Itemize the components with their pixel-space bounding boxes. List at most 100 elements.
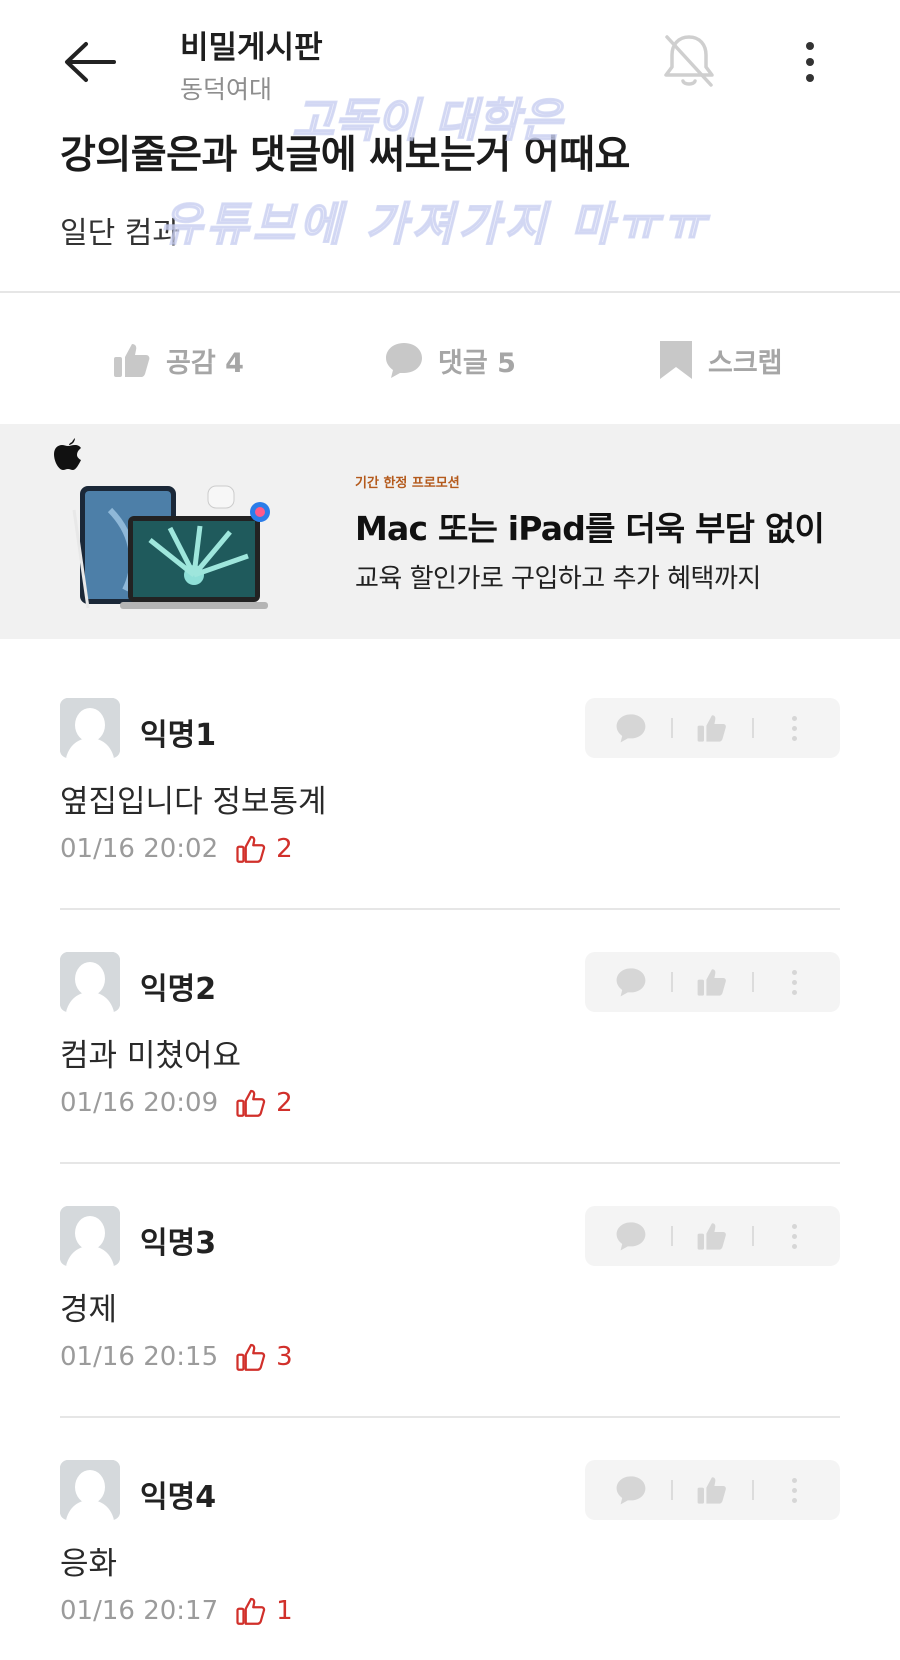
comment-more-button[interactable] xyxy=(774,708,814,748)
comment-divider xyxy=(60,1416,840,1418)
more-vertical-icon xyxy=(791,969,797,995)
more-vertical-icon xyxy=(791,715,797,741)
comment-toolbar xyxy=(585,698,840,758)
comment-like-count: 1 xyxy=(236,1596,293,1626)
comment-time: 01/16 20:02 xyxy=(60,834,219,864)
comment-text: 옆집입니다 정보통계 xyxy=(60,784,327,820)
comment-like-count: 2 xyxy=(236,1088,293,1118)
comment-like-button[interactable] xyxy=(692,708,732,748)
like-count-value: 1 xyxy=(276,1596,293,1626)
comment-like-button[interactable] xyxy=(692,962,732,1002)
notification-toggle-button[interactable] xyxy=(658,28,720,92)
comment-author: 익명4 xyxy=(140,1480,217,1515)
ad-title: Mac 또는 iPad를 더욱 부담 없이 xyxy=(355,509,825,548)
reply-button[interactable] xyxy=(611,1216,651,1256)
comment-more-button[interactable] xyxy=(774,1470,814,1510)
more-vertical-icon xyxy=(791,1223,797,1249)
ad-subtitle: 교육 할인가로 구입하고 추가 혜택까지 xyxy=(355,564,761,594)
toolbar-divider xyxy=(670,1480,673,1500)
comment-time: 01/16 20:15 xyxy=(60,1342,219,1372)
avatar xyxy=(60,952,120,1012)
comment-button[interactable]: 댓글 5 xyxy=(384,300,516,420)
thumbs-up-icon xyxy=(698,715,727,742)
ad-tag: 기간 한정 프로모션 xyxy=(355,476,460,491)
comment-text: 컴과 미쳤어요 xyxy=(60,1038,241,1074)
like-label: 공감 4 xyxy=(166,347,244,379)
toolbar-divider xyxy=(752,1226,755,1246)
bookmark-icon xyxy=(660,341,692,379)
thumbs-up-outline-icon xyxy=(236,1089,266,1117)
speech-bubble-icon xyxy=(386,343,422,378)
like-button[interactable]: 공감 4 xyxy=(112,300,244,420)
comment-author: 익명2 xyxy=(140,972,217,1007)
comment-like-button[interactable] xyxy=(692,1216,732,1256)
default-avatar-icon xyxy=(60,1206,120,1266)
toolbar-divider xyxy=(670,1226,673,1246)
promo-banner[interactable]: 기간 한정 프로모션 Mac 또는 iPad를 더욱 부담 없이 교육 할인가로… xyxy=(0,424,900,639)
speech-bubble-icon xyxy=(616,1476,646,1505)
comment-item: 익명4 응화 01/16 20:17 1 xyxy=(60,1460,840,1660)
post-body: 일단 컴과 xyxy=(60,216,180,251)
avatar xyxy=(60,1206,120,1266)
more-vertical-icon xyxy=(791,1477,797,1503)
comment-item: 익명2 컴과 미쳤어요 01/16 20:09 2 xyxy=(60,952,840,1206)
comment-meta: 01/16 20:15 3 xyxy=(60,1342,293,1372)
top-bar: 비밀게시판 동덕여대 xyxy=(0,0,900,120)
thumbs-up-outline-icon xyxy=(236,1343,266,1371)
back-button[interactable] xyxy=(58,34,122,90)
comment-like-count: 3 xyxy=(236,1342,293,1372)
thumbs-up-icon xyxy=(698,969,727,996)
toolbar-divider xyxy=(752,1480,755,1500)
comment-item: 익명1 옆집입니다 정보통계 01/16 20:02 2 xyxy=(60,698,840,952)
comment-label: 댓글 5 xyxy=(438,347,516,379)
thumbs-up-icon xyxy=(114,344,150,377)
bell-off-icon xyxy=(664,35,714,87)
comment-text: 경제 xyxy=(60,1292,118,1328)
more-dot xyxy=(806,42,814,50)
like-count-value: 3 xyxy=(276,1342,293,1372)
comment-like-button[interactable] xyxy=(692,1470,732,1510)
toolbar-divider xyxy=(752,718,755,738)
post-action-bar: 공감 4 댓글 5 스크랩 xyxy=(0,300,900,420)
comment-toolbar xyxy=(585,1206,840,1266)
comment-more-button[interactable] xyxy=(774,962,814,1002)
device-illustration xyxy=(72,485,270,609)
avatar xyxy=(60,1460,120,1520)
reply-button[interactable] xyxy=(611,708,651,748)
comment-like-count: 2 xyxy=(236,834,293,864)
reply-button[interactable] xyxy=(611,1470,651,1510)
toolbar-divider xyxy=(752,972,755,992)
reply-button[interactable] xyxy=(611,962,651,1002)
comment-author: 익명1 xyxy=(140,718,217,753)
comment-meta: 01/16 20:17 1 xyxy=(60,1596,293,1626)
more-dot xyxy=(806,74,814,82)
comment-more-button[interactable] xyxy=(774,1216,814,1256)
comment-item: 익명3 경제 01/16 20:15 3 xyxy=(60,1206,840,1460)
toolbar-divider xyxy=(670,972,673,992)
speech-bubble-icon xyxy=(616,1222,646,1251)
post-title: 강의줄은과 댓글에 써보는거 어때요 xyxy=(60,133,630,178)
back-arrow-icon xyxy=(65,42,116,82)
default-avatar-icon xyxy=(60,952,120,1012)
comment-time: 01/16 20:17 xyxy=(60,1596,219,1626)
speech-bubble-icon xyxy=(616,968,646,997)
more-options-button[interactable] xyxy=(790,36,830,88)
like-count-value: 2 xyxy=(276,834,293,864)
comment-list: 익명1 옆집입니다 정보통계 01/16 20:02 2 익명2 컴과 미쳤어요… xyxy=(60,698,840,1660)
scrap-button[interactable]: 스크랩 xyxy=(658,300,783,420)
post-divider xyxy=(0,291,900,293)
comment-time: 01/16 20:09 xyxy=(60,1088,219,1118)
like-count-value: 2 xyxy=(276,1088,293,1118)
board-title: 비밀게시판 xyxy=(180,30,323,66)
comment-author: 익명3 xyxy=(140,1226,217,1261)
default-avatar-icon xyxy=(60,698,120,758)
thumbs-up-icon xyxy=(698,1223,727,1250)
thumbs-up-outline-icon xyxy=(236,835,266,863)
thumbs-up-outline-icon xyxy=(236,1597,266,1625)
comment-meta: 01/16 20:09 2 xyxy=(60,1088,293,1118)
toolbar-divider xyxy=(670,718,673,738)
speech-bubble-icon xyxy=(616,714,646,743)
thumbs-up-icon xyxy=(698,1477,727,1504)
watermark-line-2: 유튜브에 가져가지 마ㅠㅠ xyxy=(159,196,710,252)
default-avatar-icon xyxy=(60,1460,120,1520)
